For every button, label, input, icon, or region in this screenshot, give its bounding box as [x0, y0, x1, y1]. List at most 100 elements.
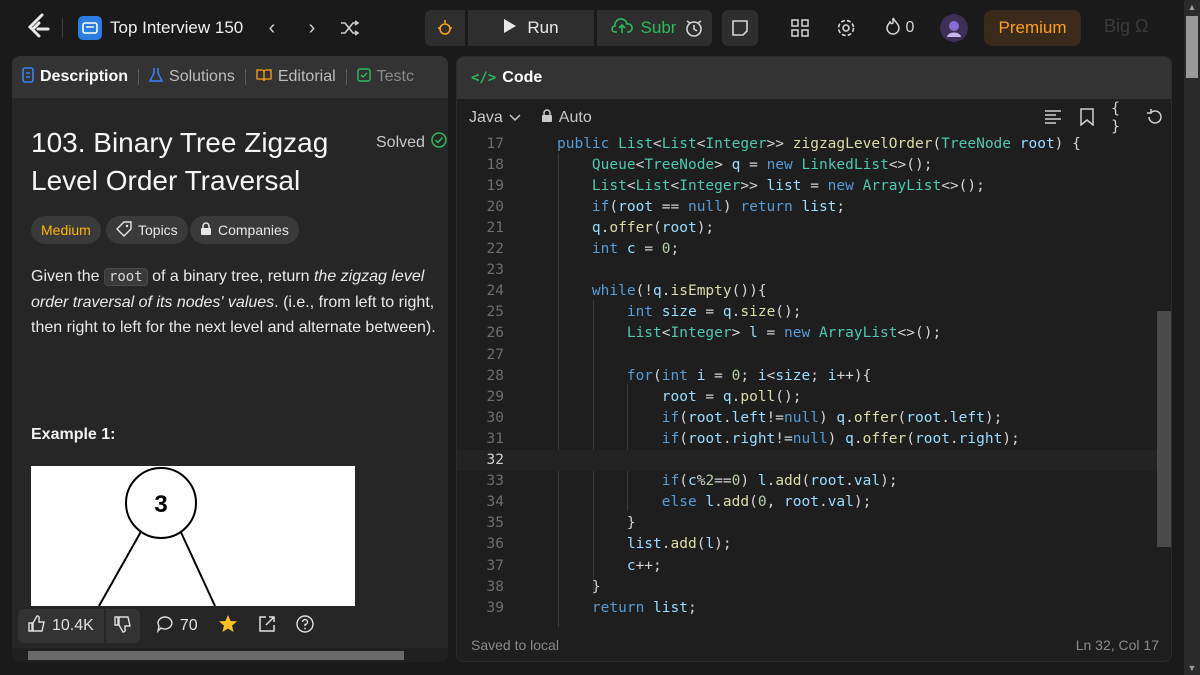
code-line[interactable]: 33 if(c%2==0) l.add(root.val);	[457, 471, 1157, 492]
favorite-button[interactable]	[208, 609, 248, 643]
shuffle-icon[interactable]	[338, 16, 362, 40]
page-scrollbar[interactable]: ▲ ▼	[1184, 0, 1200, 675]
share-button[interactable]	[248, 609, 286, 643]
like-button[interactable]: 10.4K	[18, 609, 104, 643]
code-text: if(root.left!=null) q.offer(root.left);	[661, 409, 1003, 426]
line-number: 29	[486, 388, 504, 405]
layout-icon[interactable]	[788, 16, 812, 40]
problem-list-title[interactable]: Top Interview 150	[110, 16, 243, 40]
thumbs-down-icon	[114, 615, 132, 638]
tab-label: Editorial	[277, 68, 336, 85]
lock-icon	[541, 108, 553, 128]
scroll-down-icon[interactable]: ▼	[1184, 661, 1200, 675]
leetcode-logo-icon[interactable]	[24, 12, 54, 44]
line-number: 31	[486, 430, 504, 447]
tab-solutions[interactable]: Solutions	[139, 56, 245, 98]
language-label: Java	[469, 109, 503, 126]
auto-mode-toggle[interactable]: Auto	[541, 108, 592, 128]
format-icon[interactable]	[1043, 107, 1063, 127]
scroll-thumb[interactable]	[1186, 16, 1198, 78]
code-line[interactable]: 29 root = q.poll();	[457, 386, 1157, 407]
example-tree-image: 3	[31, 466, 355, 607]
code-line[interactable]: 24 while(!q.isEmpty()){	[457, 281, 1157, 302]
tab-label: Description	[40, 68, 129, 85]
code-text: int c = 0;	[591, 241, 680, 257]
code-editor[interactable]: 17 public List<List<Integer>> zigzagLevel…	[457, 136, 1171, 627]
run-button[interactable]: Run	[468, 10, 594, 46]
flask-icon	[148, 67, 164, 88]
question-icon	[295, 614, 314, 638]
line-number: 30	[486, 409, 504, 426]
difficulty-badge: Medium	[31, 216, 101, 244]
reset-icon[interactable]	[1145, 107, 1165, 127]
help-button[interactable]	[286, 609, 324, 643]
code-line[interactable]: 26 List<Integer> l = new ArrayList<>();	[457, 323, 1157, 344]
tab-description[interactable]: Description	[12, 56, 138, 98]
code-line[interactable]: 20 if(root == null) return list;	[457, 196, 1157, 217]
code-line[interactable]: 37 c++;	[457, 555, 1157, 576]
code-line[interactable]: 23	[457, 260, 1157, 281]
problem-title[interactable]: 103. Binary Tree Zigzag Level Order Trav…	[31, 124, 351, 200]
code-line[interactable]: 32	[457, 449, 1157, 471]
book-icon	[256, 68, 272, 87]
code-line[interactable]: 27	[457, 344, 1157, 365]
streak-counter[interactable]: 0	[880, 16, 920, 40]
inline-code: root	[103, 268, 148, 286]
line-number: 17	[486, 135, 504, 152]
line-number: 23	[486, 262, 504, 279]
description-icon	[22, 66, 34, 88]
code-line[interactable]: 25 int size = q.size();	[457, 302, 1157, 323]
comments-button[interactable]: 70	[146, 609, 208, 643]
horizontal-scrollbar[interactable]	[12, 648, 448, 662]
code-line[interactable]: 35 }	[457, 513, 1157, 534]
code-text: List<Integer> l = new ArrayList<>();	[626, 325, 942, 342]
scroll-up-icon[interactable]: ▲	[1184, 0, 1200, 14]
companies-chip[interactable]: Companies	[190, 216, 299, 244]
code-line[interactable]: 30 if(root.left!=null) q.offer(root.left…	[457, 407, 1157, 428]
bookmark-icon[interactable]	[1077, 107, 1097, 127]
code-panel: </> Code Java Auto { } 17 public List<Lis…	[456, 56, 1172, 662]
problem-description: Given the root of a binary tree, return …	[31, 264, 439, 340]
tab-testcase[interactable]: Testc	[347, 56, 424, 98]
code-text: int size = q.size();	[626, 304, 802, 321]
code-line[interactable]: 19 List<List<Integer>> list = new ArrayL…	[457, 175, 1157, 196]
editor-toolbar: Java Auto { }	[457, 99, 1171, 137]
list-icon[interactable]	[78, 16, 102, 40]
mode-label: Auto	[558, 109, 592, 126]
scroll-thumb[interactable]	[1157, 311, 1171, 547]
code-line[interactable]: 18 Queue<TreeNode> q = new LinkedList<>(…	[457, 154, 1157, 175]
code-line[interactable]: 34 else l.add(0, root.val);	[457, 492, 1157, 513]
braces-icon[interactable]: { }	[1111, 99, 1131, 135]
code-text: Queue<TreeNode> q = new LinkedList<>();	[591, 156, 933, 173]
debug-icon[interactable]	[425, 10, 465, 46]
topics-chip[interactable]: Topics	[106, 216, 188, 244]
tag-icon	[116, 220, 132, 240]
code-line[interactable]: 38 }	[457, 576, 1157, 597]
code-line[interactable]: 21 q.offer(root);	[457, 217, 1157, 238]
tab-editorial[interactable]: Editorial	[246, 56, 346, 98]
timer-icon[interactable]	[676, 10, 712, 46]
line-number: 19	[486, 177, 504, 194]
code-line[interactable]: 36 list.add(l);	[457, 534, 1157, 555]
code-line[interactable]: 28 for(int i = 0; i<size; i++){	[457, 365, 1157, 386]
code-text: }	[557, 515, 636, 532]
code-line[interactable]: 22 int c = 0;	[457, 239, 1157, 260]
gear-icon[interactable]	[834, 16, 858, 40]
scroll-thumb[interactable]	[28, 651, 404, 660]
dislike-button[interactable]	[105, 609, 140, 643]
prev-problem-icon[interactable]: ‹	[260, 16, 284, 40]
note-icon[interactable]	[722, 10, 758, 46]
tab-label: Testc	[376, 68, 414, 85]
code-line[interactable]: 31 if(root.right!=null) q.offer(root.rig…	[457, 428, 1157, 449]
code-text: if(root.right!=null) q.offer(root.right)…	[661, 430, 1020, 447]
code-line[interactable]: 39 return list;	[457, 597, 1157, 618]
premium-button[interactable]: Premium	[984, 10, 1081, 46]
line-number: 27	[486, 346, 504, 363]
code-line[interactable]: 17 public List<List<Integer>> zigzagLevel…	[457, 133, 1157, 154]
avatar[interactable]	[940, 14, 968, 42]
example-title: Example 1:	[31, 426, 116, 443]
next-problem-icon[interactable]: ›	[300, 16, 324, 40]
vertical-scrollbar[interactable]	[1157, 137, 1171, 627]
language-select[interactable]: Java	[469, 109, 521, 127]
chevron-down-icon	[509, 109, 521, 127]
